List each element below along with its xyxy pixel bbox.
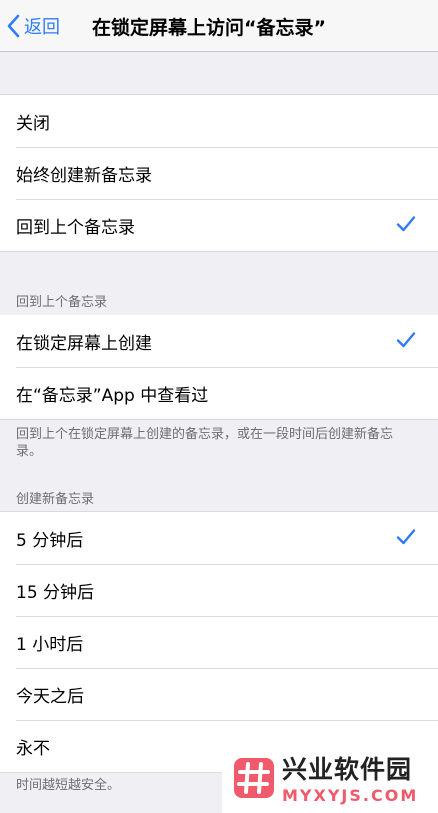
hash-logo-icon <box>234 757 274 798</box>
checkmark-icon <box>396 216 416 232</box>
option-15-minutes[interactable]: 15 分钟后 <box>0 564 438 616</box>
mode-options-group: 关闭 始终创建新备忘录 回到上个备忘录 <box>0 94 438 252</box>
option-label: 回到上个备忘录 <box>16 217 135 238</box>
watermark-cn: 兴业软件园 <box>282 755 413 784</box>
option-label: 今天之后 <box>16 686 84 707</box>
option-label: 始终创建新备忘录 <box>16 165 152 186</box>
section-footer-resume: 回到上个在锁定屏幕上创建的备忘录，或在一段时间后创建新备忘录。 <box>16 427 394 459</box>
back-label: 返回 <box>24 17 60 38</box>
chevron-left-icon <box>7 14 20 38</box>
option-label: 在锁定屏幕上创建 <box>16 333 152 354</box>
option-after-today[interactable]: 今天之后 <box>0 668 438 720</box>
option-label: 关闭 <box>16 113 50 134</box>
checkmark-icon <box>396 529 416 545</box>
option-label: 15 分钟后 <box>16 582 95 603</box>
section-header-resume: 回到上个备忘录 <box>16 295 108 310</box>
back-button[interactable]: 返回 <box>6 12 60 40</box>
option-off[interactable]: 关闭 <box>0 95 438 147</box>
watermark: 兴业软件园 MYXYJS.COM <box>222 742 438 813</box>
option-label: 5 分钟后 <box>16 530 84 551</box>
option-viewed-in-notes-app[interactable]: 在“备忘录”App 中查看过 <box>0 367 438 419</box>
page-title: 在锁定屏幕上访问“备忘录” <box>92 17 326 39</box>
option-label: 在“备忘录”App 中查看过 <box>16 385 209 406</box>
option-1-hour[interactable]: 1 小时后 <box>0 616 438 668</box>
option-always-new[interactable]: 始终创建新备忘录 <box>0 147 438 199</box>
option-created-on-lock-screen[interactable]: 在锁定屏幕上创建 <box>0 315 438 367</box>
checkmark-icon <box>396 332 416 348</box>
option-5-minutes[interactable]: 5 分钟后 <box>0 512 438 564</box>
option-label: 1 小时后 <box>16 634 84 655</box>
option-resume-last[interactable]: 回到上个备忘录 <box>0 199 438 251</box>
resume-options-group: 在锁定屏幕上创建 在“备忘录”App 中查看过 <box>0 315 438 420</box>
timeout-options-group: 5 分钟后 15 分钟后 1 小时后 今天之后 永不 <box>0 511 438 773</box>
watermark-en: MYXYJS.COM <box>282 786 419 805</box>
option-label: 永不 <box>16 738 50 759</box>
section-header-create-new: 创建新备忘录 <box>16 492 95 507</box>
navigation-bar: 返回 在锁定屏幕上访问“备忘录” <box>0 0 438 52</box>
